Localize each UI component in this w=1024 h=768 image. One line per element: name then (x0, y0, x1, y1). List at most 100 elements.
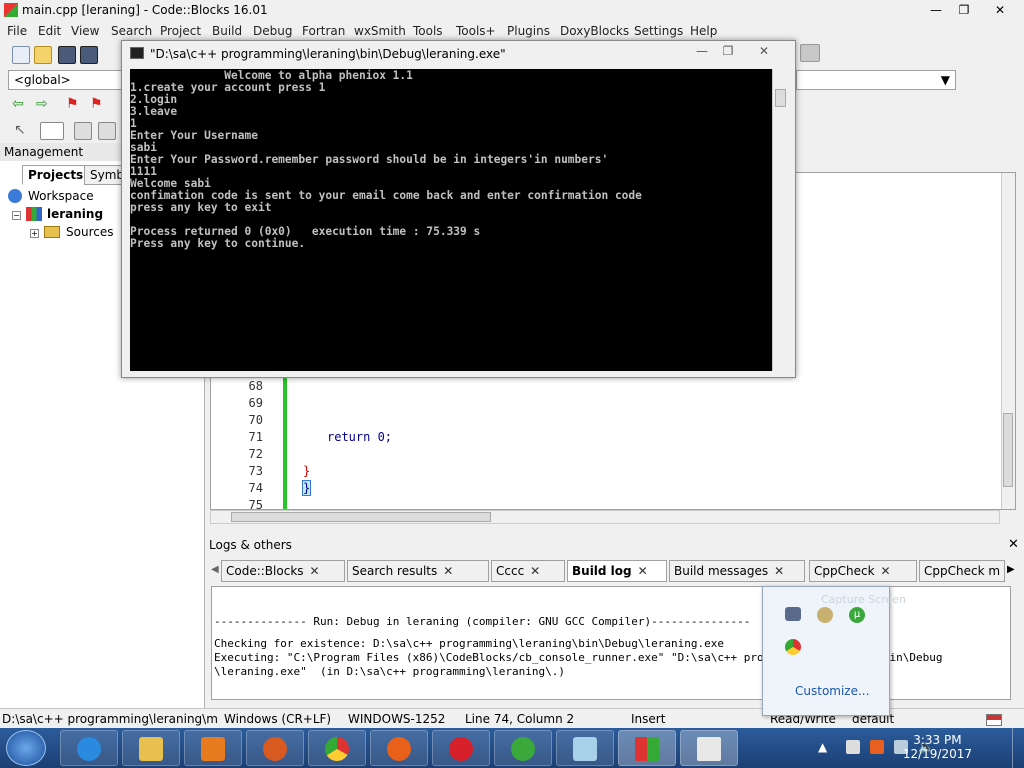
tab-search-results[interactable]: Search results ✕ (347, 560, 489, 582)
ie-icon (77, 737, 101, 761)
console-scrollbar[interactable] (772, 69, 788, 371)
tab-label: Code::Blocks (226, 564, 304, 578)
toolbar-button[interactable] (800, 44, 820, 62)
console-icon (130, 47, 144, 59)
tray-overflow-popup: Capture Screen μ Customize... (762, 586, 906, 716)
menu-settings[interactable]: Settings (634, 24, 683, 38)
console-maximize-button[interactable]: ❐ (714, 41, 742, 61)
tab-projects[interactable]: Projects (22, 165, 90, 185)
menu-search[interactable]: Search (111, 24, 152, 38)
start-button[interactable] (6, 730, 46, 766)
menu-tools[interactable]: Tools (413, 24, 443, 38)
chrome-icon[interactable] (785, 639, 801, 655)
camera-icon[interactable] (785, 607, 801, 621)
tab-cccc[interactable]: Cccc ✕ (491, 560, 565, 582)
console-screen[interactable]: Welcome to alpha pheniox 1.1 1.create yo… (130, 69, 778, 371)
tab-cppcheck-messages[interactable]: CppCheck m (919, 560, 1005, 582)
status-eol: Windows (CR+LF) (224, 712, 332, 726)
horizontal-scrollbar[interactable] (210, 510, 1000, 524)
console-window: "D:\sa\c++ programming\leraning\bin\Debu… (121, 40, 796, 378)
show-desktop-button[interactable] (1012, 728, 1024, 768)
tab-label: Build log (572, 564, 632, 578)
title-bar: main.cpp [leraning] - Code::Blocks 16.01… (0, 0, 1024, 22)
menu-build[interactable]: Build (212, 24, 242, 38)
taskbar-app[interactable] (246, 730, 304, 766)
tabs-right-arrow-icon[interactable]: ▶ (1007, 564, 1015, 575)
console-title: "D:\sa\c++ programming\leraning\bin\Debu… (150, 47, 506, 61)
back-arrow-icon[interactable]: ⇦ (12, 96, 28, 112)
logs-close-icon[interactable]: ✕ (1008, 537, 1019, 552)
expand-icon[interactable]: + (30, 229, 39, 238)
tree-project[interactable]: leraning (47, 207, 103, 221)
notes-icon (573, 737, 597, 761)
taskbar-console[interactable] (680, 730, 738, 766)
menu-doxyblocks[interactable]: DoxyBlocks (560, 24, 629, 38)
console-minimize-button[interactable]: — (688, 41, 716, 61)
forward-arrow-icon[interactable]: ⇨ (36, 96, 52, 112)
bookmark-prev-icon[interactable]: ⚑ (90, 96, 106, 112)
taskbar-utorrent[interactable] (494, 730, 552, 766)
new-file-icon[interactable] (12, 46, 30, 64)
menu-tools-plus[interactable]: Tools+ (456, 24, 496, 38)
taskbar-notes[interactable] (556, 730, 614, 766)
codeblocks-icon (4, 3, 18, 17)
menu-project[interactable]: Project (160, 24, 201, 38)
save-icon[interactable] (58, 46, 76, 64)
tree-sources[interactable]: Sources (66, 225, 113, 239)
rectangle-icon[interactable] (40, 122, 64, 140)
customize-link[interactable]: Customize... (795, 684, 869, 698)
action-center-icon[interactable] (846, 740, 860, 754)
mail-icon[interactable] (74, 122, 92, 140)
tab-cppcheck[interactable]: CppCheck ✕ (809, 560, 917, 582)
tree-workspace[interactable]: Workspace (28, 189, 94, 203)
minimize-button[interactable]: — (922, 0, 950, 20)
logs-panel: Logs & others ✕ ◀ Code::Blocks ✕ Search r… (205, 536, 1024, 708)
folder-icon (44, 226, 60, 238)
project-icon (26, 207, 42, 221)
taskbar-ie[interactable] (60, 730, 118, 766)
menu-file[interactable]: File (7, 24, 27, 38)
console-scroll-thumb[interactable] (775, 89, 786, 107)
taskbar-codeblocks[interactable] (618, 730, 676, 766)
clock[interactable]: 3:33 PM 12/19/2017 (903, 733, 972, 761)
collapse-icon[interactable]: − (12, 211, 21, 220)
taskbar-firefox[interactable] (370, 730, 428, 766)
tray-security-icon[interactable] (870, 740, 884, 754)
taskbar-opera[interactable] (432, 730, 490, 766)
menu-debug[interactable]: Debug (253, 24, 292, 38)
save-all-icon[interactable] (80, 46, 98, 64)
status-mode: Insert (631, 712, 666, 726)
taskbar-explorer[interactable] (122, 730, 180, 766)
text-tool-icon[interactable] (98, 122, 116, 140)
tab-build-messages[interactable]: Build messages ✕ (669, 560, 805, 582)
tab-codeblocks[interactable]: Code::Blocks ✕ (221, 560, 345, 582)
show-hidden-icons-icon[interactable]: ▲ (818, 740, 827, 754)
scope-combo[interactable]: <global> (8, 70, 124, 90)
bookmark-flag-icon[interactable]: ⚑ (66, 96, 82, 112)
tabs-left-arrow-icon[interactable]: ◀ (211, 564, 219, 575)
menu-wxsmith[interactable]: wxSmith (354, 24, 406, 38)
close-button[interactable]: ✕ (986, 0, 1014, 20)
tab-build-log[interactable]: Build log ✕ (567, 560, 667, 582)
horizontal-scroll-thumb[interactable] (231, 512, 491, 522)
taskbar-media[interactable] (184, 730, 242, 766)
open-folder-icon[interactable] (34, 46, 52, 64)
folder-icon (139, 737, 163, 761)
menu-view[interactable]: View (71, 24, 99, 38)
tab-label: Search results (352, 564, 438, 578)
vertical-scroll-thumb[interactable] (1003, 413, 1013, 487)
log-line: -------------- Run: Debug in leraning (c… (214, 615, 751, 628)
pointer-icon[interactable]: ↖ (14, 122, 30, 138)
menu-help[interactable]: Help (690, 24, 717, 38)
utorrent-icon[interactable]: μ (849, 607, 865, 623)
taskbar-chrome[interactable] (308, 730, 366, 766)
console-close-button[interactable]: ✕ (750, 41, 778, 61)
console-icon (697, 737, 721, 761)
menu-plugins[interactable]: Plugins (507, 24, 550, 38)
symbol-combo[interactable]: ▼ (796, 70, 956, 90)
menu-fortran[interactable]: Fortran (302, 24, 345, 38)
maximize-button[interactable]: ❐ (950, 0, 978, 20)
media-player-icon (201, 737, 225, 761)
menu-edit[interactable]: Edit (38, 24, 61, 38)
tray-app-icon[interactable] (817, 607, 833, 623)
